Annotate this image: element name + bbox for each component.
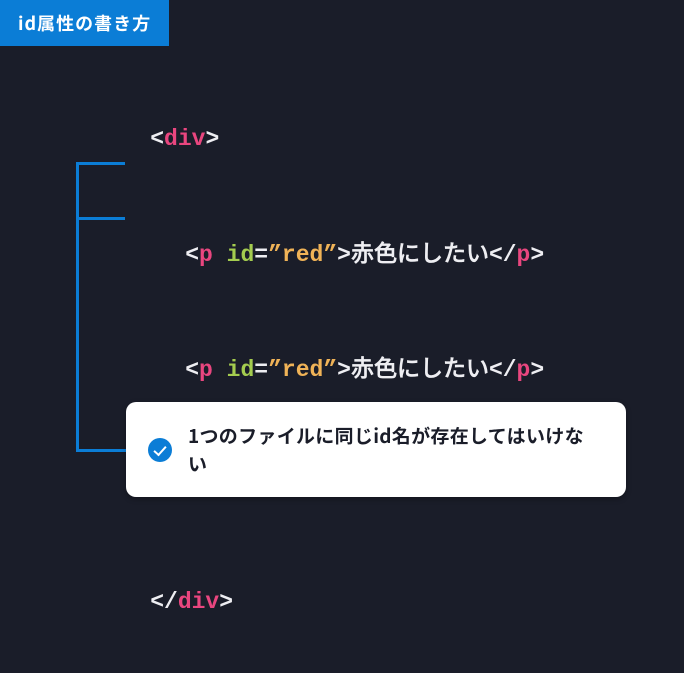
check-circle-icon	[148, 438, 172, 462]
tag-p-close: p	[517, 242, 531, 268]
header-tab: id属性の書き方	[0, 0, 169, 46]
punct-lt: <	[150, 126, 164, 152]
attr-value-red: red	[282, 242, 323, 268]
punct-gt: >	[219, 589, 233, 615]
text-red1: 赤色にしたい	[351, 242, 489, 268]
punct-lt-close: </	[489, 242, 517, 268]
tag-div: div	[178, 589, 219, 615]
quote-close: ”	[323, 242, 337, 268]
callout-message: 1つのファイルに同じid名が存在してはいけない	[188, 422, 602, 477]
code-line-div-close: </div>	[95, 558, 544, 648]
punct-eq: =	[254, 357, 268, 383]
punct-gt: >	[337, 242, 351, 268]
callout-box: 1つのファイルに同じid名が存在してはいけない	[126, 402, 626, 497]
punct-lt: <	[185, 242, 199, 268]
quote-open: ”	[268, 242, 282, 268]
tag-p-close: p	[517, 357, 531, 383]
tag-p-open: p	[199, 242, 213, 268]
punct-lt-close: </	[489, 357, 517, 383]
code-line-div-open: <div>	[95, 95, 544, 185]
punct-eq: =	[254, 242, 268, 268]
punct-lt: <	[185, 357, 199, 383]
space	[213, 357, 227, 383]
header-tab-label: id属性の書き方	[18, 10, 151, 36]
attr-id: id	[227, 357, 255, 383]
connector-vertical	[76, 162, 79, 452]
code-line-p1: <p id=”red”>赤色にしたい</p>	[130, 211, 544, 301]
tag-p-open: p	[199, 357, 213, 383]
attr-id: id	[227, 242, 255, 268]
space	[213, 242, 227, 268]
punct-gt: >	[530, 357, 544, 383]
punct-gt: >	[337, 357, 351, 383]
text-red2: 赤色にしたい	[351, 357, 489, 383]
punct-gt: >	[530, 242, 544, 268]
attr-value-red: red	[282, 357, 323, 383]
punct-lt-close: </	[150, 589, 178, 615]
code-block: <div> <p id=”red”>赤色にしたい</p> <p id=”red”…	[95, 95, 544, 673]
quote-open: ”	[268, 357, 282, 383]
quote-close: ”	[323, 357, 337, 383]
punct-gt: >	[205, 126, 219, 152]
tag-div: div	[164, 126, 205, 152]
